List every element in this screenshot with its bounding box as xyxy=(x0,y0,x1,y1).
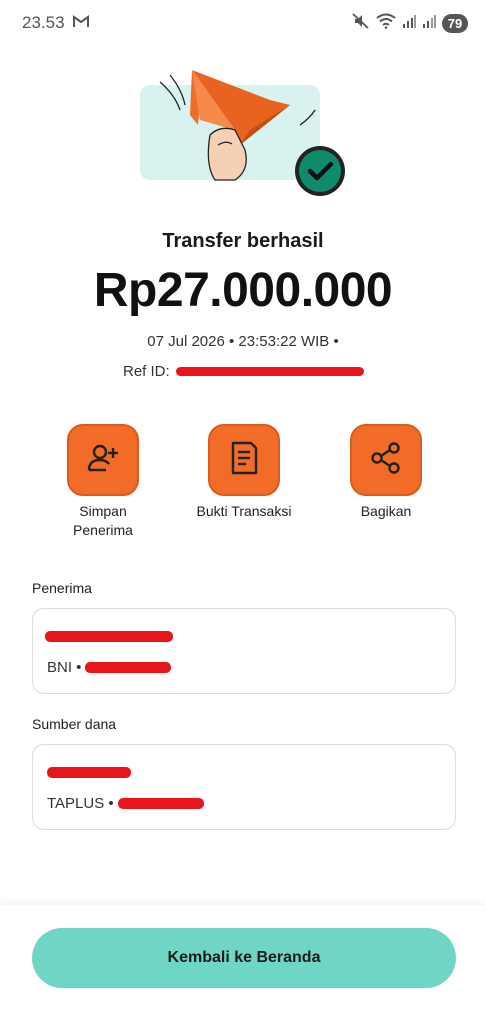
signal-icon-2 xyxy=(422,14,436,33)
battery-indicator: 79 xyxy=(442,13,468,33)
transfer-status-title: Transfer berhasil xyxy=(162,230,324,252)
save-recipient-button[interactable] xyxy=(67,424,139,496)
save-recipient-label: Simpan Penerima xyxy=(73,503,133,538)
gmail-icon xyxy=(72,13,89,33)
ref-id-redacted xyxy=(175,367,364,376)
wifi-icon xyxy=(376,13,396,34)
footer: Kembali ke Beranda xyxy=(0,905,486,1010)
status-time: 23.53 xyxy=(22,13,65,32)
status-right: 79 xyxy=(352,12,468,34)
recipient-card: BNI • xyxy=(32,608,456,694)
add-user-icon xyxy=(86,441,120,480)
action-row: Simpan Penerima Bukti Transaksi Bagikan xyxy=(0,424,486,544)
source-account-row: TAPLUS • xyxy=(47,795,204,812)
share-icon xyxy=(369,441,403,480)
receipt-icon xyxy=(229,441,259,480)
mute-icon xyxy=(352,12,370,34)
status-left: 23.53 xyxy=(22,13,89,33)
source-section-label: Sumber dana xyxy=(32,716,117,732)
share-action[interactable]: Bagikan xyxy=(311,424,461,521)
transfer-datetime: 07 Jul 2026 • 23:53:22 WIB • xyxy=(147,333,339,350)
source-card: TAPLUS • xyxy=(32,744,456,830)
share-button[interactable] xyxy=(350,424,422,496)
transaction-receipt-button[interactable] xyxy=(208,424,280,496)
transfer-amount: Rp27.000.000 xyxy=(93,264,393,317)
share-label: Bagikan xyxy=(360,503,412,519)
ref-id-row: Ref ID: xyxy=(123,363,364,380)
source-account: TAPLUS • xyxy=(47,795,114,812)
save-recipient-action[interactable]: Simpan Penerima xyxy=(28,424,178,540)
source-name-redacted xyxy=(47,767,131,778)
recipient-account-redacted xyxy=(85,662,172,673)
transaction-receipt-action[interactable]: Bukti Transaksi xyxy=(169,424,319,521)
status-bar: 23.53 79 xyxy=(0,0,486,46)
signal-icon xyxy=(402,14,416,33)
recipient-bank-row: BNI • xyxy=(47,659,172,676)
source-account-redacted xyxy=(117,798,204,809)
transaction-receipt-label: Bukti Transaksi xyxy=(196,503,292,519)
recipient-section-label: Penerima xyxy=(32,580,92,596)
recipient-name-redacted xyxy=(45,631,173,642)
back-to-home-button[interactable]: Kembali ke Beranda xyxy=(32,928,456,988)
ref-id-label: Ref ID: xyxy=(123,363,170,380)
recipient-bank: BNI • xyxy=(47,659,82,676)
check-success-icon xyxy=(294,145,346,197)
